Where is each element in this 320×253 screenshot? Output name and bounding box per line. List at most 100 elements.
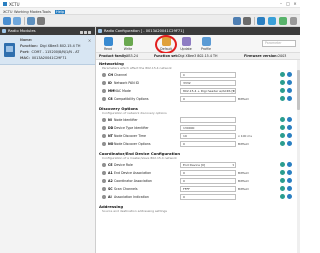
settings-list: Networking Parameters which affect the 80… — [96, 60, 300, 253]
sort-icon[interactable] — [80, 31, 83, 34]
network-mode-icon[interactable] — [279, 17, 287, 25]
setting-gear-icon — [102, 133, 106, 138]
read-button[interactable]: Read — [100, 36, 116, 52]
update-button[interactable]: Update — [178, 36, 194, 52]
menu-xctu[interactable]: XCTU — [3, 10, 13, 14]
filter-icon[interactable] — [37, 17, 45, 25]
profile-button[interactable]: Profile — [198, 36, 214, 52]
setting-value-field[interactable]: 802.15.4 + Digi header w/ACKS [0] — [180, 87, 236, 94]
gear-icon[interactable] — [243, 17, 251, 25]
help-icon[interactable] — [290, 17, 297, 25]
read-setting-icon[interactable] — [280, 133, 285, 138]
setting-value-field[interactable]: C — [180, 71, 236, 78]
read-setting-icon[interactable] — [280, 170, 285, 175]
read-setting-icon[interactable] — [280, 162, 285, 167]
discover-devices-icon[interactable] — [13, 17, 21, 25]
section-description: Configuration of a master/slave 802.15.4… — [102, 156, 177, 160]
setting-name: End Device Association — [114, 170, 152, 175]
setting-gear-icon — [102, 125, 106, 130]
setting-unit: Bitfield — [238, 96, 249, 101]
write-setting-icon[interactable] — [287, 133, 292, 138]
setting-value-field[interactable]: 0 — [180, 169, 236, 176]
write-setting-icon[interactable] — [287, 170, 292, 175]
read-setting-icon[interactable] — [280, 178, 285, 183]
add-device-icon[interactable] — [3, 17, 11, 25]
minimize-icon[interactable]: – — [278, 1, 284, 7]
setting-value-field[interactable]: 3332 — [180, 79, 236, 86]
read-setting-icon[interactable] — [280, 88, 285, 93]
read-setting-icon[interactable] — [280, 96, 285, 101]
write-setting-icon[interactable] — [287, 72, 292, 77]
consoles-mode-icon[interactable] — [268, 17, 276, 25]
menu-tools[interactable]: Tools — [42, 10, 51, 14]
product-family-value: XB3-24 — [126, 54, 139, 58]
setting-value-field[interactable] — [180, 116, 236, 123]
setting-gear-icon — [102, 80, 106, 85]
section-description: Configuration of network discovery optio… — [102, 111, 167, 115]
close-window-icon[interactable]: × — [292, 1, 298, 7]
setting-value-field[interactable]: 0 — [180, 95, 236, 102]
module-port-line: Port: COM7 - 115200/8/N/1/N - AT — [20, 50, 79, 54]
main-toolbar — [0, 15, 300, 27]
firmware-version-value: 2003 — [278, 54, 287, 58]
setting-value-field[interactable]: 0 — [180, 193, 236, 200]
write-setting-icon[interactable] — [287, 141, 292, 146]
setting-value-field[interactable]: 0 — [180, 140, 236, 147]
setting-value-field[interactable]: FFFF — [180, 185, 236, 192]
setting-unit: Bitfield — [238, 141, 249, 146]
read-setting-icon[interactable] — [280, 125, 285, 130]
function-label: Function: — [20, 44, 38, 48]
setting-name: Node Discover Time — [114, 133, 147, 138]
name-label: Name: — [20, 38, 33, 42]
read-icon — [103, 37, 113, 46]
write-setting-icon[interactable] — [287, 88, 292, 93]
setting-name: Node Identifier — [114, 117, 138, 122]
collapse-icon[interactable] — [88, 31, 91, 34]
read-setting-icon[interactable] — [280, 194, 285, 199]
parameter-search-input[interactable]: Parameter — [262, 40, 296, 47]
menu-working-modes[interactable]: Working Modes — [14, 10, 41, 14]
write-setting-icon[interactable] — [287, 80, 292, 85]
write-setting-icon[interactable] — [287, 125, 292, 130]
setting-row: DD Device Type Identifier 130000 — [100, 124, 296, 131]
configuration-mode-icon[interactable] — [257, 17, 265, 25]
write-setting-icon[interactable] — [287, 178, 292, 183]
read-setting-icon[interactable] — [280, 186, 285, 191]
setting-row: A1 End Device Association 0 Bitfield — [100, 169, 296, 176]
setting-name: Scan Channels — [114, 186, 138, 191]
write-setting-icon[interactable] — [287, 162, 292, 167]
write-setting-icon[interactable] — [287, 96, 292, 101]
toolbar-divider — [254, 17, 255, 25]
settings-scrollbar[interactable] — [297, 60, 300, 253]
setting-row: NI Node Identifier — [100, 116, 296, 123]
setting-unit: x 100 ms — [238, 133, 252, 138]
write-setting-icon[interactable] — [287, 186, 292, 191]
write-icon — [123, 37, 133, 46]
filter-modules-icon[interactable] — [84, 31, 87, 34]
write-setting-icon[interactable] — [287, 194, 292, 199]
setting-row: A2 Coordinator Association 0 Bitfield — [100, 177, 296, 184]
write-setting-icon[interactable] — [287, 117, 292, 122]
toolbar-divider — [24, 17, 25, 25]
scrollbar-thumb[interactable] — [297, 70, 300, 110]
radio-module-card[interactable]: × Name: Function: Digi XBee3 802.15.4 TH … — [0, 35, 95, 65]
setting-value-field[interactable]: End Device [0] — [180, 161, 236, 168]
maximize-icon[interactable]: □ — [285, 1, 291, 7]
update-icon — [181, 37, 191, 46]
setting-code: NT — [108, 133, 113, 138]
read-setting-icon[interactable] — [280, 72, 285, 77]
setting-value-field[interactable]: 19 — [180, 132, 236, 139]
list-view-icon[interactable] — [27, 17, 35, 25]
menu-bar: XCTU Working Modes Tools Help — [0, 8, 300, 15]
read-setting-icon[interactable] — [280, 80, 285, 85]
remove-module-icon[interactable]: × — [87, 38, 92, 43]
setting-value-field[interactable]: 0 — [180, 177, 236, 184]
tools-icon[interactable] — [233, 17, 241, 25]
read-setting-icon[interactable] — [280, 141, 285, 146]
read-setting-icon[interactable] — [280, 117, 285, 122]
profile-icon — [201, 37, 211, 46]
setting-value-field[interactable]: 130000 — [180, 124, 236, 131]
menu-help[interactable]: Help — [55, 9, 66, 14]
firmware-info-strip: Product family: XB3-24 Function set: Dig… — [96, 53, 300, 60]
write-button[interactable]: Write — [120, 36, 136, 52]
